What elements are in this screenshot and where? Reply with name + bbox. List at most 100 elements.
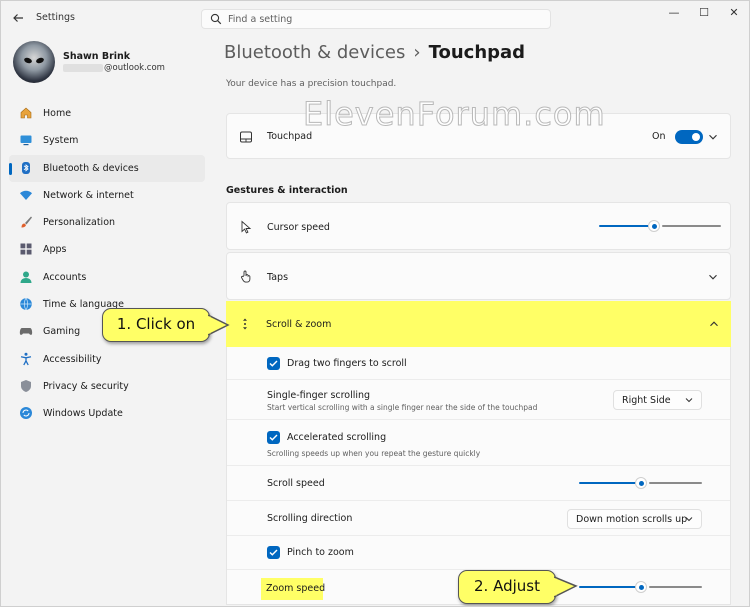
sidebar-item-accounts[interactable]: Accounts (9, 264, 205, 291)
slider-fill (579, 586, 637, 588)
zoom-speed-label: Zoom speed (266, 583, 326, 594)
sidebar-nav: Home System Bluetooth & devices Network … (9, 100, 205, 428)
slider-thumb[interactable] (635, 581, 647, 593)
sidebar-item-label: Gaming (43, 326, 81, 338)
chevron-down-icon[interactable] (708, 272, 718, 282)
scrolling-direction-row: Scrolling direction Down motion scrolls … (227, 500, 730, 535)
chevron-down-icon (685, 517, 693, 522)
single-finger-label: Single-finger scrolling (267, 390, 371, 401)
drag-two-fingers-label: Drag two fingers to scroll (287, 358, 407, 369)
section-title: Gestures & interaction (226, 185, 348, 196)
chevron-up-icon[interactable] (709, 319, 719, 329)
single-finger-desc: Start vertical scrolling with a single f… (267, 403, 538, 412)
minimize-button[interactable]: — (659, 5, 689, 21)
watermark: ElevenForum.com (303, 95, 606, 134)
person-icon (20, 271, 32, 283)
taps-card[interactable]: Taps (226, 252, 731, 300)
dropdown-value: Right Side (622, 395, 671, 406)
shield-icon (21, 379, 31, 392)
cursor-speed-slider[interactable] (599, 220, 721, 232)
search-icon (210, 13, 222, 25)
sidebar-item-apps[interactable]: Apps (9, 236, 205, 263)
scroll-zoom-header[interactable]: Scroll & zoom (226, 301, 731, 347)
sidebar-item-accessibility[interactable]: Accessibility (9, 346, 205, 373)
slider-fill (599, 225, 650, 227)
bluetooth-icon (22, 161, 30, 174)
monitor-icon (20, 135, 32, 146)
scroll-speed-slider[interactable] (579, 477, 702, 489)
sidebar-item-personalization[interactable]: Personalization (9, 209, 205, 236)
sidebar-item-system[interactable]: System (9, 127, 205, 154)
sidebar-item-windows-update[interactable]: Windows Update (9, 400, 205, 427)
back-button[interactable] (9, 9, 27, 27)
scroll-zoom-label: Scroll & zoom (266, 319, 332, 330)
maximize-button[interactable]: ☐ (689, 5, 719, 21)
single-finger-dropdown[interactable]: Right Side (613, 390, 702, 410)
scrolling-direction-label: Scrolling direction (267, 513, 353, 524)
slider-track (662, 225, 721, 227)
scroll-speed-row: Scroll speed (227, 465, 730, 500)
globe-clock-icon (20, 298, 32, 311)
slider-thumb[interactable] (635, 477, 647, 489)
cursor-speed-card: Cursor speed (226, 202, 731, 250)
slider-track (649, 482, 702, 484)
sidebar-item-label: Accounts (43, 271, 87, 283)
pinch-zoom-checkbox[interactable] (267, 546, 280, 559)
dropdown-value: Down motion scrolls up (576, 514, 688, 525)
sidebar-item-label: Privacy & security (43, 380, 129, 392)
back-arrow-icon (13, 14, 23, 22)
scrolling-direction-dropdown[interactable]: Down motion scrolls up (567, 509, 702, 529)
callout-pointer-1 (208, 314, 230, 336)
scroll-speed-label: Scroll speed (267, 478, 325, 489)
breadcrumb-separator: › (413, 42, 421, 63)
gamepad-icon (19, 328, 33, 336)
callout-pointer-2 (554, 576, 578, 598)
scroll-icon (243, 318, 247, 330)
zoom-speed-highlight: Zoom speed (261, 578, 326, 600)
accelerated-scrolling-desc: Scrolling speeds up when you repeat the … (267, 449, 481, 458)
sidebar-item-privacy-security[interactable]: Privacy & security (9, 373, 205, 400)
callout-step-2: 2. Adjust (458, 570, 556, 604)
touchpad-toggle[interactable] (675, 130, 703, 144)
accessibility-icon (20, 352, 32, 365)
accelerated-scrolling-checkbox[interactable] (267, 431, 280, 444)
slider-track (649, 586, 702, 588)
user-name: Shawn Brink (63, 51, 131, 62)
sidebar-item-home[interactable]: Home (9, 100, 205, 127)
sidebar-item-label: Personalization (43, 217, 116, 229)
cursor-speed-label: Cursor speed (267, 222, 330, 233)
scroll-zoom-panel: Drag two fingers to scroll Single-finger… (226, 347, 731, 605)
accelerated-scrolling-row: Accelerated scrolling Scrolling speeds u… (227, 419, 730, 465)
brush-icon (21, 216, 32, 228)
touchpad-icon (240, 131, 252, 143)
settings-window: Settings — ☐ ✕ Shawn Brink @outlook.com … (0, 0, 750, 607)
taps-label: Taps (267, 272, 289, 283)
sidebar-item-label: Apps (43, 244, 67, 256)
sidebar-item-bluetooth-devices[interactable]: Bluetooth & devices (9, 154, 205, 182)
breadcrumb-parent[interactable]: Bluetooth & devices (224, 42, 405, 63)
drag-two-fingers-checkbox[interactable] (267, 357, 280, 370)
chevron-down-icon[interactable] (708, 132, 718, 142)
home-icon (20, 107, 32, 119)
sidebar-item-network[interactable]: Network & internet (9, 182, 205, 209)
sidebar-item-label: Windows Update (43, 408, 123, 420)
close-button[interactable]: ✕ (719, 5, 749, 21)
device-description: Your device has a precision touchpad. (226, 79, 397, 89)
sidebar-item-label: Home (43, 108, 72, 119)
checkmark-icon (269, 360, 278, 367)
sidebar-item-label: System (43, 135, 79, 147)
zoom-speed-slider[interactable] (579, 581, 702, 593)
slider-fill (579, 482, 637, 484)
app-title: Settings (36, 12, 75, 23)
pinch-zoom-row: Pinch to zoom (227, 535, 730, 569)
checkmark-icon (269, 434, 278, 441)
redacted-email-part (63, 63, 103, 72)
pinch-zoom-label: Pinch to zoom (287, 547, 354, 558)
slider-thumb[interactable] (648, 220, 660, 232)
search-box[interactable] (201, 9, 551, 29)
user-email: @outlook.com (63, 63, 165, 73)
accelerated-scrolling-label: Accelerated scrolling (287, 432, 387, 443)
avatar (13, 41, 55, 83)
tap-gesture-icon (241, 270, 251, 283)
search-input[interactable] (228, 12, 538, 26)
